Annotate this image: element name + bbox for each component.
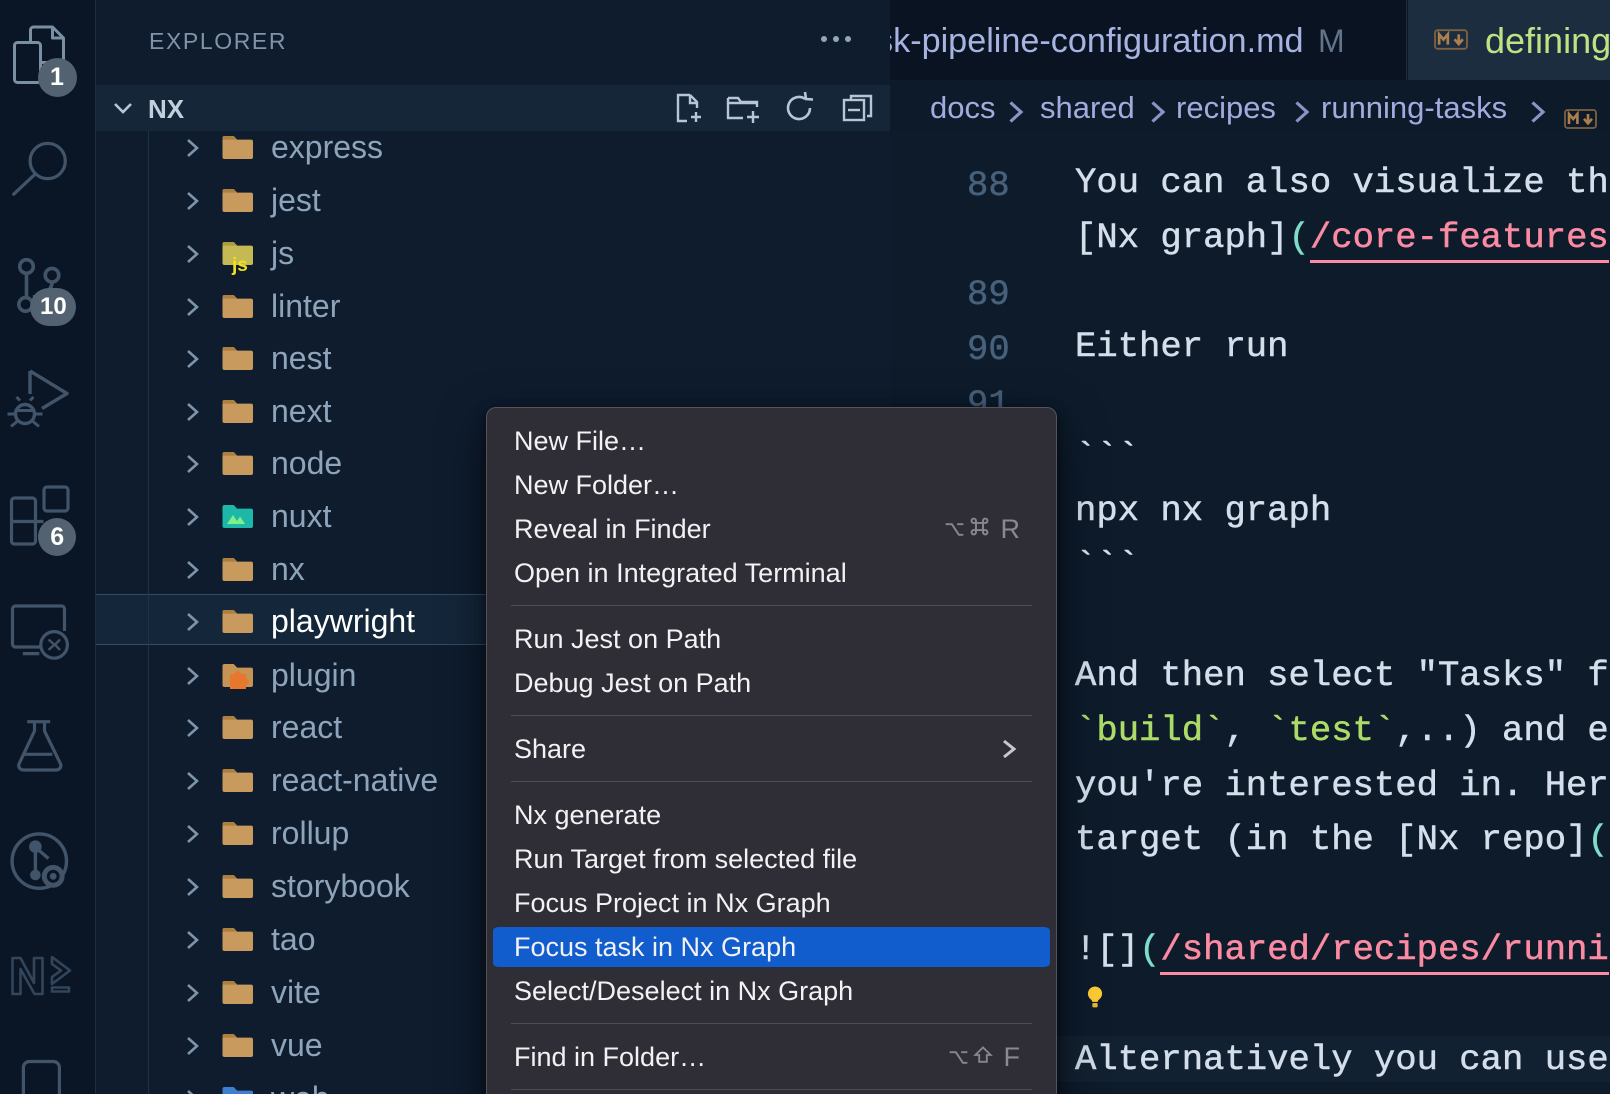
svg-text:js: js [231, 255, 248, 276]
